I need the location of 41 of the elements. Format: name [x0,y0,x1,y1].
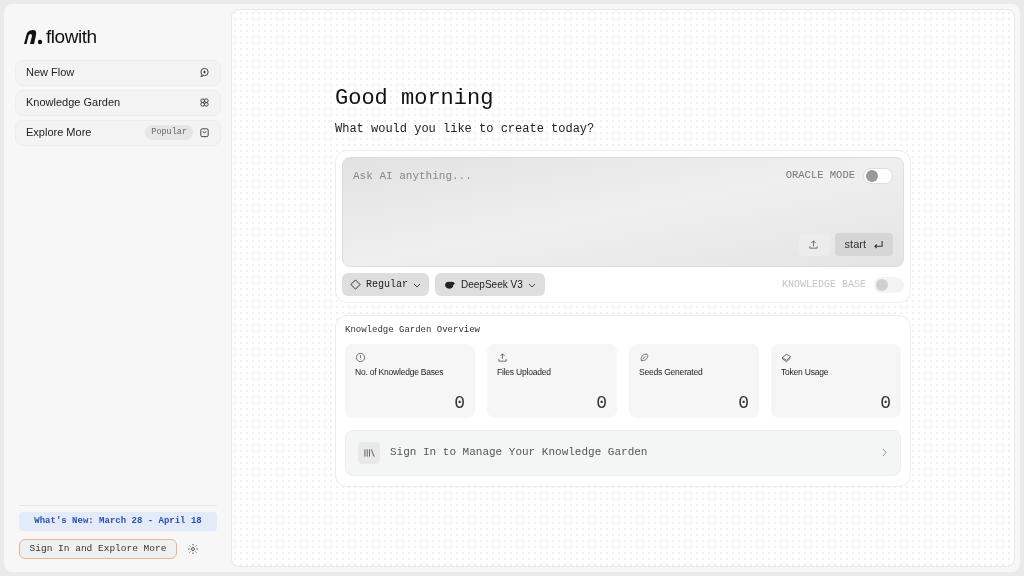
subtitle-text: What would you like to create today? [335,121,596,138]
sidebar-item[interactable]: Knowledge Garden [15,89,221,116]
mode-dropdown[interactable]: Regular [342,273,429,296]
sign-in-banner[interactable]: Sign In to Manage Your Knowledge Garden [345,429,901,476]
stat-value: 0 [454,393,465,412]
oracle-mode-label: ORACLE MODE [785,168,855,184]
sidebar-item[interactable]: New Flow [15,59,221,86]
flower-icon [199,97,210,108]
stat-value: 0 [738,393,749,412]
popular-badge: Popular [145,125,193,140]
greeting-heading: Good morning [335,88,495,110]
logo-text: flowith [46,25,97,49]
chevron-right-icon [881,448,888,457]
whats-new-link[interactable]: What's New: March 28 - April 18 [19,511,217,531]
ask-input-field[interactable]: Ask AI anything... [353,168,653,185]
upload-icon [808,239,820,250]
oracle-mode-toggle[interactable] [863,168,893,184]
token-icon [781,351,792,363]
enter-icon [874,240,883,249]
stat-label: No. of Knowledge Bases [355,365,445,379]
settings-icon[interactable] [187,543,199,555]
bag-icon [199,127,210,138]
sign-in-button[interactable]: Sign In and Explore More [19,539,177,559]
upload-icon [497,351,508,363]
stat-value: 0 [596,393,607,412]
info-icon [355,351,366,363]
logo-icon [23,29,43,46]
start-button[interactable]: start [834,233,893,256]
stat-label: Token Usage [781,365,830,379]
knowledge-base-label: KNOWLEDGE BASE [782,278,866,292]
overview-title: Knowledge Garden Overview [345,324,482,337]
library-icon [363,447,375,458]
upload-button[interactable] [798,233,829,256]
model-dropdown[interactable]: DeepSeek V3 [435,273,545,296]
stat-label: Files Uploaded [497,365,552,379]
seed-icon [639,351,650,363]
chat-plus-icon [199,67,210,78]
stat-label: Seeds Generated [639,365,704,379]
stat-value: 0 [880,393,891,412]
sidebar-item[interactable]: Explore More Popular [15,119,221,146]
diamond-icon [350,279,361,290]
